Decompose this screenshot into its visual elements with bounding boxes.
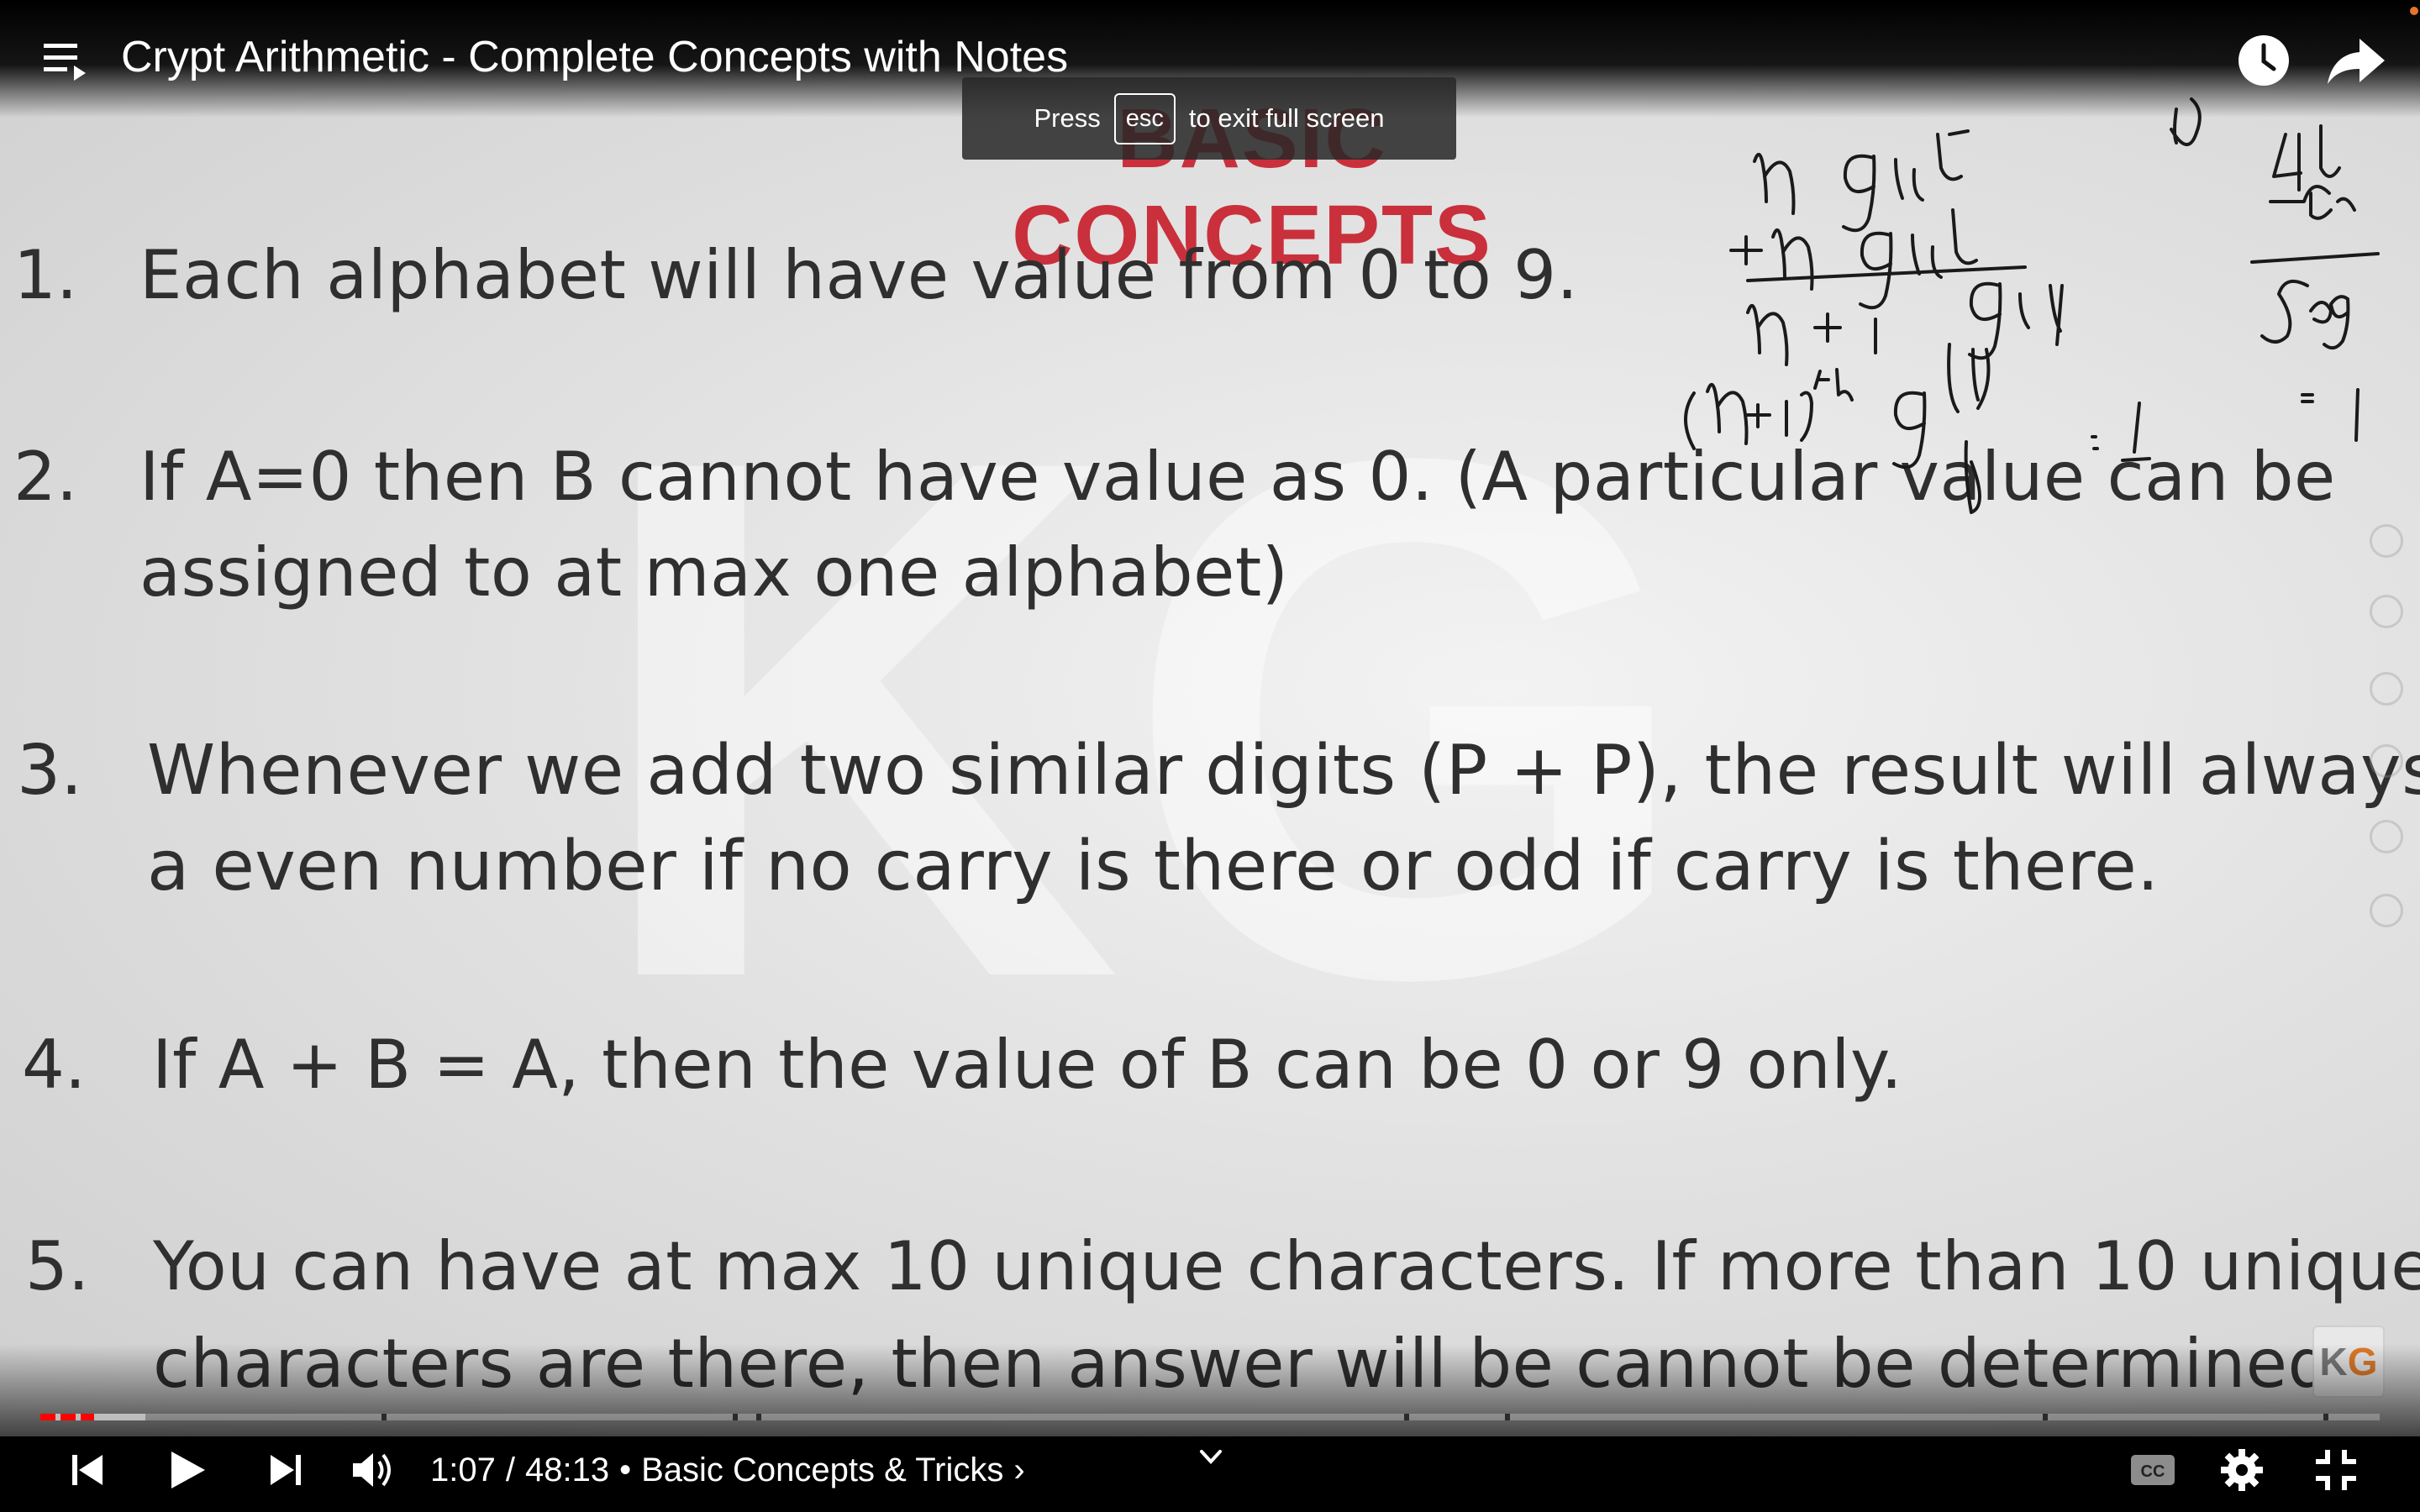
point-text-line-2: a even number if no carry is there or od…	[147, 827, 2160, 906]
point-text: You can have at max 10 unique characters…	[153, 1227, 2420, 1305]
video-title[interactable]: Crypt Arithmetic - Complete Concepts wit…	[121, 32, 1068, 82]
chevron-down-icon[interactable]	[1197, 1445, 1225, 1470]
point-text: If A + B = A, then the value of B can be…	[152, 1026, 1903, 1104]
top-bar: Crypt Arithmetic - Complete Concepts wit…	[0, 0, 2420, 86]
toast-suffix: to exit full screen	[1188, 103, 1385, 133]
chapter-title[interactable]: Basic Concepts & Tricks	[641, 1452, 1003, 1489]
clock-icon[interactable]	[2237, 34, 2291, 87]
progress-played	[40, 1414, 95, 1420]
chapter-marker	[2323, 1414, 2329, 1420]
play-icon[interactable]	[166, 1446, 208, 1494]
annotation-tool-icon	[2370, 820, 2403, 853]
point-number: 1.	[13, 236, 78, 314]
share-icon[interactable]	[2326, 34, 2386, 87]
progress-bar[interactable]	[40, 1414, 2380, 1420]
volume-icon[interactable]	[351, 1446, 395, 1494]
chapter-marker	[755, 1414, 761, 1420]
esc-key-badge: esc	[1113, 92, 1176, 144]
gear-icon[interactable]	[2218, 1446, 2265, 1494]
notification-dot	[2410, 7, 2418, 15]
chapter-marker	[1404, 1414, 1410, 1420]
time-total: 48:13	[524, 1451, 610, 1488]
annotation-tool-icon	[2370, 524, 2403, 558]
time-display: 1:07 / 48:13 • Basic Concepts & Tricks ›	[430, 1446, 1025, 1494]
annotation-tool-icon	[2370, 894, 2403, 927]
captions-icon[interactable]: CC	[2129, 1446, 2176, 1494]
handwritten-annotation	[1684, 97, 2380, 514]
chapter-arrow-icon[interactable]: ›	[1013, 1452, 1024, 1489]
player-controls: 1:07 / 48:13 • Basic Concepts & Tricks ›…	[0, 1428, 2420, 1512]
point-text: Each alphabet will have value from 0 to …	[139, 236, 1579, 314]
point-number: 4.	[22, 1026, 87, 1104]
chapter-bullet: •	[619, 1451, 632, 1488]
chapter-marker	[733, 1414, 739, 1420]
time-current: 1:07	[430, 1451, 496, 1488]
annotation-tool-icon	[2370, 595, 2403, 628]
video-frame[interactable]: KG BASIC CONCEPTS 1. Each alphabet will …	[0, 0, 2420, 1436]
exit-fullscreen-icon[interactable]	[2312, 1446, 2360, 1494]
pen-tool-icon	[2370, 672, 2403, 706]
svg-text:CC: CC	[2141, 1462, 2165, 1481]
chapter-marker	[1504, 1414, 1510, 1420]
time-separator: /	[505, 1451, 515, 1488]
fullscreen-toast: Press esc to exit full screen	[962, 77, 1456, 160]
chapter-marker	[381, 1414, 387, 1420]
point-number: 2.	[13, 438, 78, 516]
point-number: 5.	[25, 1227, 90, 1305]
point-number: 3.	[17, 731, 83, 811]
skip-next-icon[interactable]	[267, 1446, 304, 1494]
toast-prefix: Press	[1034, 103, 1101, 133]
point-text-line-2: assigned to at max one alphabet)	[139, 533, 1289, 612]
playlist-icon[interactable]	[44, 40, 91, 82]
skip-previous-icon[interactable]	[69, 1446, 106, 1494]
annotation-tool-icon	[2370, 744, 2403, 778]
chapter-marker	[2043, 1414, 2049, 1420]
point-text: Whenever we add two similar digits (P + …	[147, 731, 2420, 811]
